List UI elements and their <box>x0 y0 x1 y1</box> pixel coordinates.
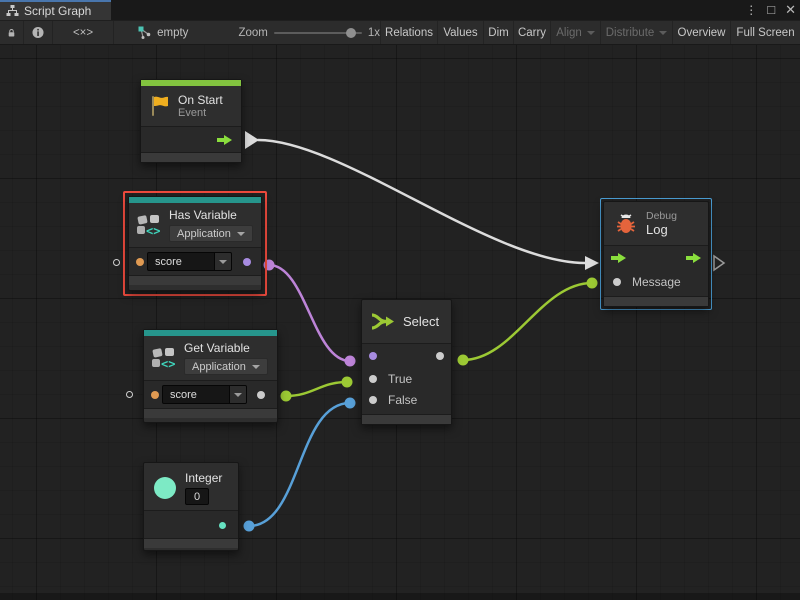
align-caret-icon <box>587 31 595 35</box>
maximize-icon[interactable]: □ <box>767 0 775 20</box>
node-title: On Start <box>178 93 223 107</box>
name-input-port[interactable] <box>151 391 159 399</box>
node-footer <box>144 408 277 418</box>
node-title: Select <box>403 314 439 329</box>
tab-title: Script Graph <box>24 4 91 18</box>
script-graph-window: Script Graph ⋮ □ ✕ <×> <box>0 0 800 600</box>
variables-icon: <> <box>137 214 161 236</box>
graph-toolbar: <×> empty Zoom 1x Relations Values Dim C… <box>0 20 800 45</box>
false-port-label: False <box>388 393 417 407</box>
distribute-caret-icon <box>659 31 667 35</box>
result-output-port[interactable] <box>243 258 251 266</box>
flow-input-port[interactable] <box>611 253 626 263</box>
node-title: Integer <box>185 471 222 485</box>
align-button[interactable]: Align <box>551 21 601 44</box>
node-subtitle: Event <box>178 107 223 119</box>
node-title: Log <box>646 222 677 237</box>
select-merge-icon <box>371 313 395 330</box>
tab-script-graph[interactable]: Script Graph <box>0 0 111 20</box>
zoom-label: Zoom <box>238 27 267 39</box>
variable-kind-dropdown[interactable]: Application <box>184 358 268 375</box>
relations-button[interactable]: Relations <box>381 21 438 44</box>
unconnected-port-indicator[interactable] <box>126 391 133 398</box>
lock-icon <box>8 27 15 39</box>
lock-button[interactable] <box>0 21 24 44</box>
node-footer <box>604 296 708 306</box>
node-select[interactable]: Select True False <box>361 299 452 425</box>
variables-icon: <> <box>152 347 176 369</box>
zoom-value: 1x <box>368 27 380 39</box>
dropdown-button[interactable] <box>229 386 246 403</box>
false-input-port[interactable] <box>369 396 377 404</box>
node-on-start[interactable]: On Start Event <box>140 79 242 163</box>
name-input-port[interactable] <box>136 258 144 266</box>
debug-bug-icon <box>614 212 638 236</box>
selection-output-port[interactable] <box>436 352 444 360</box>
zoom-slider[interactable] <box>274 32 362 34</box>
graph-breadcrumb[interactable]: empty <box>130 21 196 44</box>
inspect-button[interactable] <box>24 21 53 44</box>
fullscreen-button[interactable]: Full Screen <box>731 21 800 44</box>
node-has-variable[interactable]: <> Has Variable Application score <box>128 196 262 291</box>
dropdown-caret-icon <box>234 393 242 397</box>
zoom-control: Zoom 1x <box>238 21 380 44</box>
integer-literal-icon <box>153 476 177 500</box>
info-icon <box>32 26 44 39</box>
svg-text:<>: <> <box>161 357 175 369</box>
distribute-button[interactable]: Distribute <box>601 21 673 44</box>
close-icon[interactable]: ✕ <box>785 0 796 20</box>
true-input-port[interactable] <box>369 375 377 383</box>
node-debug-log[interactable]: Debug Log Message <box>603 201 709 307</box>
node-footer <box>129 275 261 285</box>
message-port-label: Message <box>632 275 681 289</box>
node-integer[interactable]: Integer 0 <box>143 462 239 551</box>
graph-name: empty <box>157 27 188 39</box>
code-preview-button[interactable]: <×> <box>53 21 114 44</box>
carry-button[interactable]: Carry <box>514 21 551 44</box>
dropdown-caret-icon <box>219 260 227 264</box>
node-title: Has Variable <box>169 208 253 222</box>
node-footer <box>362 414 451 424</box>
window-controls: ⋮ □ ✕ <box>745 0 796 20</box>
dropdown-button[interactable] <box>214 253 231 270</box>
dropdown-caret-icon <box>252 365 260 369</box>
dropdown-caret-icon <box>237 232 245 236</box>
window-menu-icon[interactable]: ⋮ <box>745 0 757 20</box>
node-get-variable[interactable]: <> Get Variable Application score <box>143 329 278 423</box>
canvas-bottom-shade <box>0 593 800 600</box>
graph-node-icon <box>138 26 152 40</box>
title-bar: Script Graph ⋮ □ ✕ <box>0 0 800 20</box>
variable-kind-dropdown[interactable]: Application <box>169 225 253 242</box>
node-subtitle: Debug <box>646 210 677 222</box>
overview-button[interactable]: Overview <box>673 21 731 44</box>
integer-value-field[interactable]: 0 <box>185 488 209 505</box>
code-toggle-icon: <×> <box>73 27 93 39</box>
node-title: Get Variable <box>184 341 268 355</box>
flow-output-port[interactable] <box>217 135 232 145</box>
true-port-label: True <box>388 372 412 386</box>
zoom-slider-handle[interactable] <box>346 28 356 38</box>
graph-tab-icon <box>6 5 19 17</box>
flag-icon <box>150 95 170 117</box>
unconnected-port-indicator[interactable] <box>113 259 120 266</box>
integer-output-port[interactable] <box>219 522 226 529</box>
flow-output-port[interactable] <box>686 253 701 263</box>
value-output-port[interactable] <box>257 391 265 399</box>
svg-text:<>: <> <box>146 224 160 236</box>
dim-button[interactable]: Dim <box>484 21 514 44</box>
node-footer <box>144 538 238 548</box>
message-input-port[interactable] <box>613 278 621 286</box>
node-footer <box>141 152 241 162</box>
condition-input-port[interactable] <box>369 352 377 360</box>
variable-name-dropdown[interactable]: score <box>162 385 247 404</box>
variable-name-dropdown[interactable]: score <box>147 252 232 271</box>
values-button[interactable]: Values <box>438 21 484 44</box>
